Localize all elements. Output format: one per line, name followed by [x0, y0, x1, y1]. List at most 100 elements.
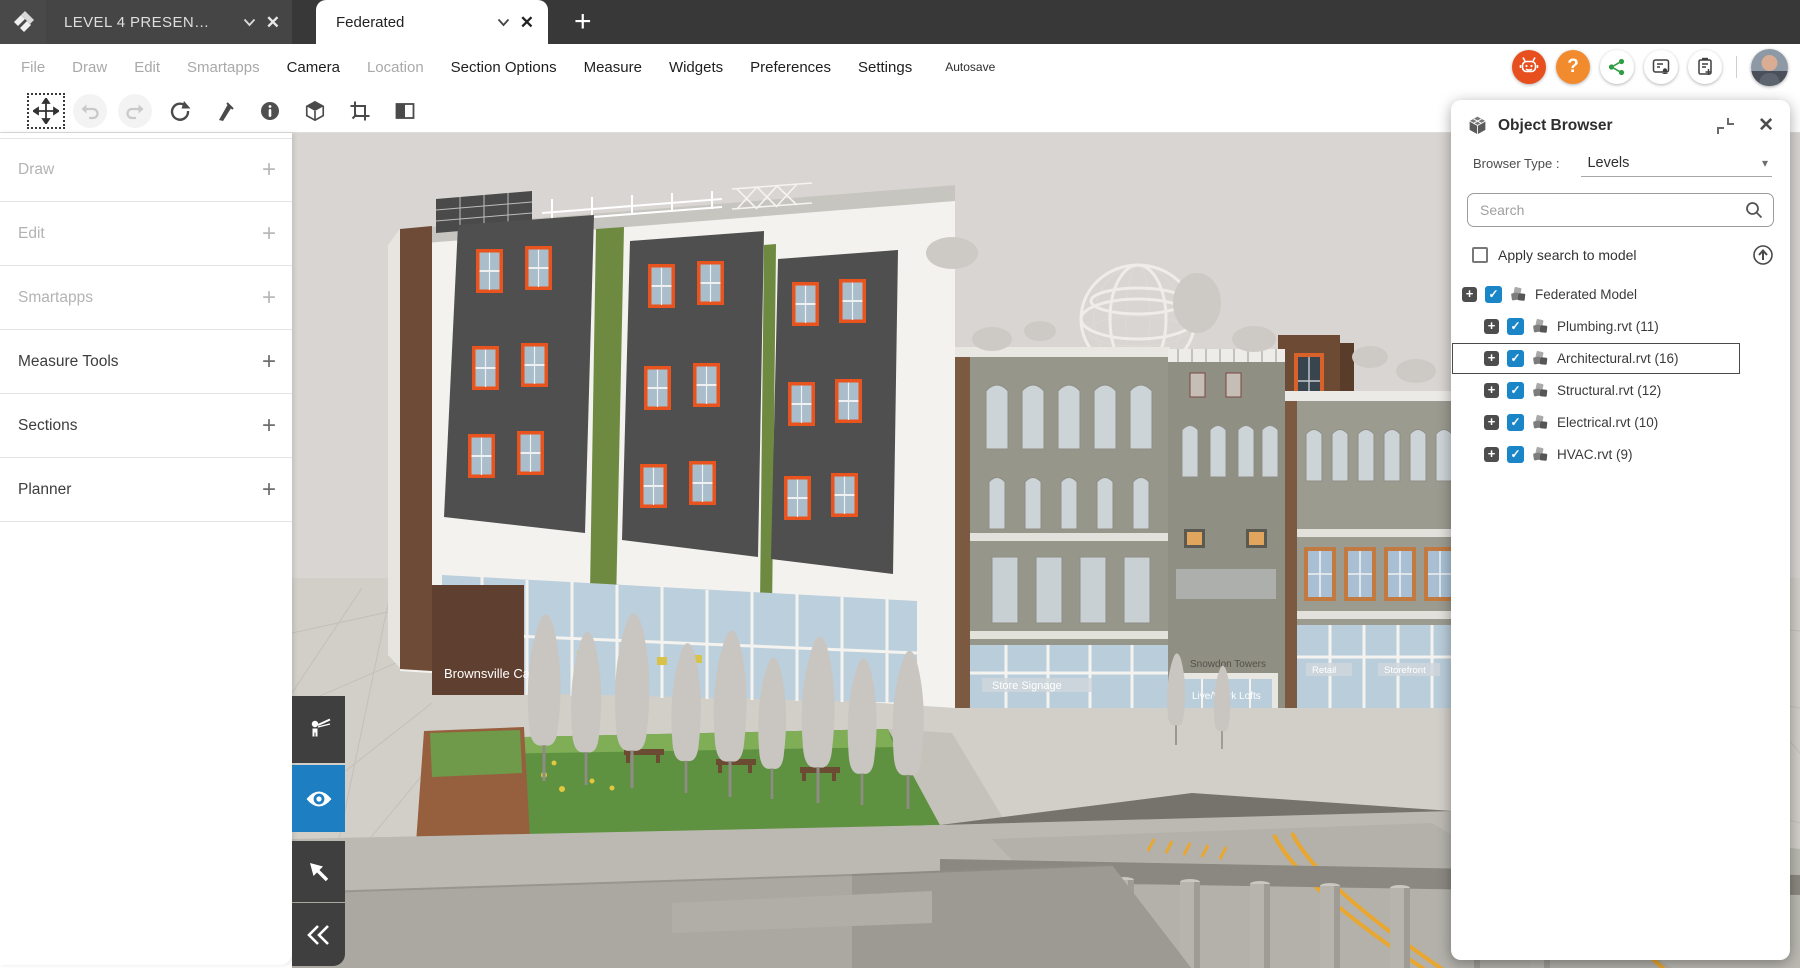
undo-button[interactable]: [70, 92, 110, 130]
visibility-checkbox[interactable]: ✓: [1507, 414, 1524, 431]
view-mode-button[interactable]: [292, 765, 345, 832]
dock-panel-icon[interactable]: [1716, 117, 1736, 135]
menu-settings[interactable]: Settings: [858, 59, 912, 76]
expand-icon[interactable]: +: [1484, 383, 1499, 398]
question-glyph: ?: [1567, 56, 1579, 78]
chevron-down-icon[interactable]: [243, 18, 256, 27]
search-icon[interactable]: [1745, 201, 1763, 219]
expand-plus-icon[interactable]: +: [262, 220, 276, 248]
panel-title: Object Browser: [1498, 117, 1706, 135]
header-actions: ?: [1512, 44, 1788, 90]
menu-smartapps[interactable]: Smartapps: [187, 59, 260, 76]
expand-icon[interactable]: +: [1484, 415, 1499, 430]
section-label: Measure Tools: [18, 353, 119, 371]
visibility-checkbox[interactable]: ✓: [1507, 382, 1524, 399]
user-avatar[interactable]: [1751, 49, 1788, 86]
section-label: Smartapps: [18, 289, 93, 307]
new-tab-button[interactable]: +: [574, 0, 592, 44]
collapse-all-icon[interactable]: [1752, 244, 1774, 266]
info-button[interactable]: [250, 92, 290, 130]
reset-view-button[interactable]: [160, 92, 200, 130]
select-mode-button[interactable]: [292, 841, 345, 902]
app-logo-icon: [0, 0, 46, 44]
tree-row-electrical[interactable]: + ✓ Electrical.rvt (10): [1451, 406, 1790, 438]
expand-plus-icon[interactable]: +: [262, 156, 276, 184]
menu-edit[interactable]: Edit: [134, 59, 160, 76]
divider: [1736, 56, 1737, 78]
close-tab-icon[interactable]: ✕: [266, 14, 280, 31]
close-panel-icon[interactable]: ✕: [1758, 114, 1774, 137]
tree-row-architectural[interactable]: + ✓ Architectural.rvt (16): [1451, 342, 1790, 374]
menu-camera[interactable]: Camera: [287, 59, 340, 76]
tree-label: HVAC.rvt (9): [1557, 447, 1633, 462]
menu-file[interactable]: File: [21, 59, 45, 76]
close-tab-icon[interactable]: ✕: [520, 14, 534, 31]
expand-plus-icon[interactable]: +: [262, 476, 276, 504]
tree-row-federated-model[interactable]: + ✓ Federated Model: [1451, 278, 1790, 310]
menu-measure[interactable]: Measure: [584, 59, 642, 76]
visibility-checkbox[interactable]: ✓: [1507, 318, 1524, 335]
tab-federated[interactable]: Federated ✕: [316, 0, 548, 44]
help-icon[interactable]: ?: [1556, 50, 1590, 84]
apply-search-checkbox[interactable]: [1472, 247, 1488, 263]
redo-button[interactable]: [115, 92, 155, 130]
assistant-robot-icon[interactable]: [1512, 50, 1546, 84]
chevron-down-icon[interactable]: [497, 18, 510, 27]
model-icon: [1532, 446, 1549, 463]
visibility-checkbox[interactable]: ✓: [1485, 286, 1502, 303]
sidebar-section-planner[interactable]: Planner +: [0, 458, 292, 522]
split-view-button[interactable]: [385, 92, 425, 130]
add-sheet-icon[interactable]: [1688, 50, 1722, 84]
model-icon: [1532, 382, 1549, 399]
menu-widgets[interactable]: Widgets: [669, 59, 723, 76]
browser-type-select[interactable]: Levels ▾: [1581, 153, 1772, 177]
section-label: Edit: [18, 225, 45, 243]
autosave-label: Autosave: [945, 60, 995, 74]
menu-section-options[interactable]: Section Options: [451, 59, 557, 76]
apply-search-label: Apply search to model: [1498, 247, 1742, 263]
tree-row-plumbing[interactable]: + ✓ Plumbing.rvt (11): [1451, 310, 1790, 342]
issue-board-icon[interactable]: [1644, 50, 1678, 84]
expand-icon[interactable]: +: [1484, 351, 1499, 366]
expand-icon[interactable]: +: [1484, 319, 1499, 334]
crop-button[interactable]: [340, 92, 380, 130]
menu-bar: File Draw Edit Smartapps Camera Location…: [0, 44, 1800, 90]
sidebar-section-edit[interactable]: Edit +: [0, 202, 292, 266]
expand-icon[interactable]: +: [1484, 447, 1499, 462]
section-label: Draw: [18, 161, 54, 179]
walk-mode-button[interactable]: [292, 696, 345, 763]
section-label: Planner: [18, 481, 71, 499]
share-icon[interactable]: [1600, 50, 1634, 84]
tab-label: Federated: [336, 14, 487, 31]
search-input[interactable]: [1480, 202, 1745, 218]
collapse-panel-button[interactable]: [292, 903, 345, 966]
expand-plus-icon[interactable]: +: [262, 284, 276, 312]
sidebar-section-draw[interactable]: Draw +: [0, 138, 292, 202]
menu-location[interactable]: Location: [367, 59, 424, 76]
expand-plus-icon[interactable]: +: [262, 348, 276, 376]
search-box[interactable]: [1467, 193, 1774, 227]
expand-plus-icon[interactable]: +: [262, 412, 276, 440]
tab-level4-presentation[interactable]: LEVEL 4 PRESEN… ✕: [46, 0, 292, 44]
menu-draw[interactable]: Draw: [72, 59, 107, 76]
pen-tool-button[interactable]: [205, 92, 245, 130]
move-tool-button[interactable]: [27, 93, 65, 129]
tree-row-structural[interactable]: + ✓ Structural.rvt (12): [1451, 374, 1790, 406]
cube-view-button[interactable]: [295, 92, 335, 130]
sidebar-section-measure-tools[interactable]: Measure Tools +: [0, 330, 292, 394]
tab-label: LEVEL 4 PRESEN…: [64, 14, 233, 31]
apply-search-row: Apply search to model: [1472, 244, 1774, 266]
model-icon: [1532, 350, 1549, 367]
browser-type-row: Browser Type : Levels ▾: [1451, 147, 1790, 179]
object-browser-header: Object Browser ✕: [1451, 100, 1790, 147]
tree-label: Structural.rvt (12): [1557, 383, 1661, 398]
tree-label: Electrical.rvt (10): [1557, 415, 1658, 430]
menu-preferences[interactable]: Preferences: [750, 59, 831, 76]
sidebar-section-smartapps[interactable]: Smartapps +: [0, 266, 292, 330]
sidebar-section-sections[interactable]: Sections +: [0, 394, 292, 458]
tree-row-hvac[interactable]: + ✓ HVAC.rvt (9): [1451, 438, 1790, 470]
expand-icon[interactable]: +: [1462, 287, 1477, 302]
visibility-checkbox[interactable]: ✓: [1507, 446, 1524, 463]
visibility-checkbox[interactable]: ✓: [1507, 350, 1524, 367]
scene-label-tower: Snowdon Towers: [1190, 659, 1266, 670]
